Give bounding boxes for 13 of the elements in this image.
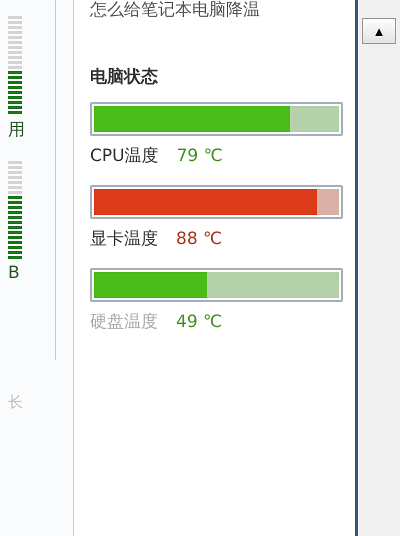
section-title: 电脑状态 [90,66,159,88]
side-label: 长 [8,393,24,412]
sensor-label: CPU温度 [90,145,159,167]
scroll-up-button[interactable]: ▲ [362,18,396,44]
temperature-reading: 79 ℃ [176,146,223,166]
sensor-label: 硬盘温度 [90,311,158,333]
temperature-reading: 88 ℃ [176,229,222,249]
scrollbar[interactable]: ▲ [355,0,400,536]
temperature-reading: 49 ℃ [176,312,222,332]
meter-label: B [8,263,20,283]
meter-label: 用 [8,119,25,141]
article-heading: 怎么给笔记本电脑降温 [90,0,261,21]
sensor-label: 显卡温度 [90,228,158,250]
